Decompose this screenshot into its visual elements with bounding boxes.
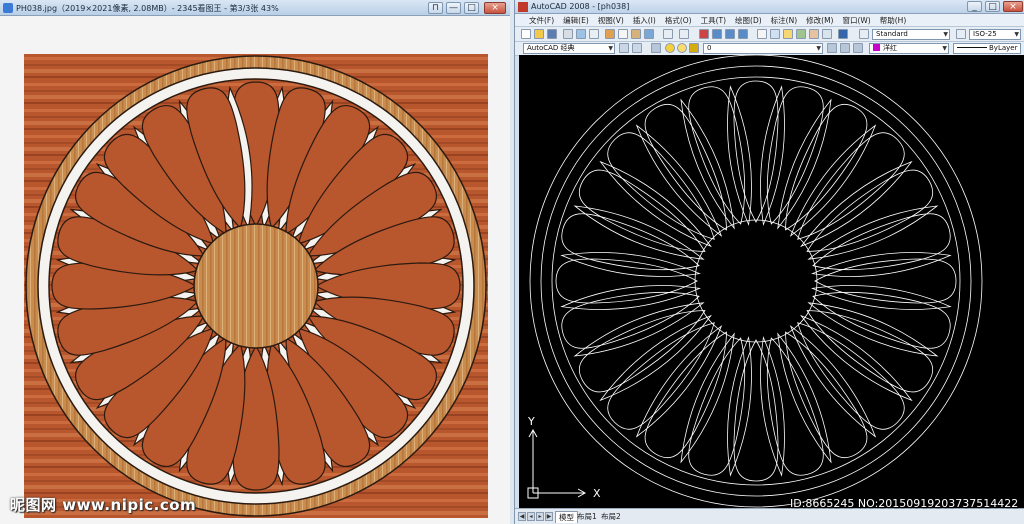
- layer-isolate-icon[interactable]: [853, 43, 863, 53]
- layer-select[interactable]: 0 ▼: [703, 43, 823, 54]
- publish-icon[interactable]: [589, 29, 599, 39]
- tab-last-button[interactable]: ▶: [545, 512, 553, 521]
- viewer-app-icon: [3, 3, 13, 13]
- menu-edit[interactable]: 编辑(E): [563, 15, 589, 26]
- layers-toolbar: AutoCAD 经典 ▼ 0 ▼ 洋红 ▼ ByLayer: [515, 42, 1024, 56]
- ucs-y-label: Y: [527, 415, 535, 428]
- tab-model[interactable]: 模型: [555, 511, 578, 523]
- autocad-window: AutoCAD 2008 - [ph038] _ □ × 文件(F) 编辑(E)…: [514, 0, 1024, 524]
- nipic-watermark: 昵图网 www.nipic.com: [10, 496, 197, 514]
- zoom-previous-icon[interactable]: [738, 29, 748, 39]
- cad-menubar: 文件(F) 编辑(E) 视图(V) 插入(I) 格式(O) 工具(T) 绘图(D…: [515, 14, 1024, 27]
- center-gold-disc: [193, 223, 319, 349]
- workspace-settings-icon[interactable]: [619, 43, 629, 53]
- tab-prev-button[interactable]: ◂: [527, 512, 535, 521]
- zoom-window-icon[interactable]: [725, 29, 735, 39]
- dim-style-select[interactable]: ISO-25 ▼: [969, 29, 1021, 40]
- layer-previous-icon[interactable]: [840, 43, 850, 53]
- save-icon[interactable]: [547, 29, 557, 39]
- viewer-titlebar[interactable]: PH038.jpg（2019×2021像素, 2.08MB）- 2345看图王 …: [0, 0, 510, 16]
- cut-icon[interactable]: [605, 29, 615, 39]
- copy-icon[interactable]: [618, 29, 628, 39]
- layer-manager-icon[interactable]: [651, 43, 661, 53]
- tab-first-button[interactable]: ◀: [518, 512, 526, 521]
- color-select[interactable]: 洋红 ▼: [869, 43, 949, 54]
- text-style-icon: [859, 29, 869, 39]
- menu-draw[interactable]: 绘图(D): [735, 15, 762, 26]
- linetype-select[interactable]: ByLayer: [953, 43, 1021, 54]
- cad-title: AutoCAD 2008 - [ph038]: [531, 2, 630, 11]
- layout-tabs-bar: ◀ ◂ ▸ ▶ 模型 布局1 布局2: [515, 508, 1024, 524]
- dim-style-icon: [956, 29, 966, 39]
- magenta-swatch: [873, 44, 880, 51]
- menu-dimension[interactable]: 标注(N): [771, 15, 797, 26]
- undo-icon[interactable]: [663, 29, 673, 39]
- print-icon[interactable]: [563, 29, 573, 39]
- paste-icon[interactable]: [631, 29, 641, 39]
- menu-format[interactable]: 格式(O): [665, 15, 692, 26]
- tab-layout2[interactable]: 布局2: [601, 511, 621, 522]
- standard-toolbar: Standard ▼ ISO-25 ▼: [515, 27, 1024, 42]
- cad-maximize-button[interactable]: □: [985, 1, 1000, 12]
- markup-icon[interactable]: [809, 29, 819, 39]
- minimize-button[interactable]: —: [446, 2, 461, 14]
- menu-file[interactable]: 文件(F): [529, 15, 554, 26]
- layer-unlock-icon[interactable]: [689, 43, 699, 53]
- pin-button[interactable]: ⊓: [428, 2, 443, 14]
- layer-on-bulb-icon[interactable]: [665, 43, 675, 53]
- zoom-realtime-icon[interactable]: [712, 29, 722, 39]
- help-icon[interactable]: [838, 29, 848, 39]
- layer-thaw-sun-icon[interactable]: [677, 43, 687, 53]
- autocad-app-icon: [518, 2, 528, 12]
- menu-modify[interactable]: 修改(M): [806, 15, 833, 26]
- redo-icon[interactable]: [679, 29, 689, 39]
- cad-drawing-area[interactable]: Y X: [519, 55, 1024, 508]
- viewer-title: PH038.jpg（2019×2021像素, 2.08MB）- 2345看图王 …: [16, 4, 279, 13]
- workspace-select[interactable]: AutoCAD 经典 ▼: [523, 43, 615, 54]
- close-button[interactable]: ×: [484, 2, 506, 14]
- cad-minimize-button[interactable]: _: [967, 1, 982, 12]
- open-folder-icon[interactable]: [534, 29, 544, 39]
- image-viewer-window: PH038.jpg（2019×2021像素, 2.08MB）- 2345看图王 …: [0, 0, 510, 524]
- id-overlay: ID:8665245 NO:20150919203737514422: [790, 497, 1019, 510]
- make-current-layer-icon[interactable]: [827, 43, 837, 53]
- tool-palettes-icon[interactable]: [783, 29, 793, 39]
- preview-icon[interactable]: [576, 29, 586, 39]
- text-style-select[interactable]: Standard ▼: [872, 29, 950, 40]
- medallion-floor-image: [24, 54, 488, 518]
- ucs-x-label: X: [593, 487, 601, 500]
- pan-icon[interactable]: [699, 29, 709, 39]
- tab-next-button[interactable]: ▸: [536, 512, 544, 521]
- tab-layout1[interactable]: 布局1: [577, 511, 597, 522]
- sheet-set-icon[interactable]: [796, 29, 806, 39]
- menu-view[interactable]: 视图(V): [598, 15, 624, 26]
- quickcalc-icon[interactable]: [822, 29, 832, 39]
- workspace-save-icon[interactable]: [632, 43, 642, 53]
- cad-titlebar[interactable]: AutoCAD 2008 - [ph038] _ □ ×: [515, 0, 1024, 14]
- cad-close-button[interactable]: ×: [1003, 1, 1023, 12]
- design-center-icon[interactable]: [770, 29, 780, 39]
- menu-window[interactable]: 窗口(W): [842, 15, 870, 26]
- match-properties-icon[interactable]: [644, 29, 654, 39]
- menu-tools[interactable]: 工具(T): [701, 15, 726, 26]
- new-file-icon[interactable]: [521, 29, 531, 39]
- properties-icon[interactable]: [757, 29, 767, 39]
- menu-help[interactable]: 帮助(H): [880, 15, 907, 26]
- menu-insert[interactable]: 插入(I): [633, 15, 656, 26]
- maximize-button[interactable]: □: [464, 2, 479, 14]
